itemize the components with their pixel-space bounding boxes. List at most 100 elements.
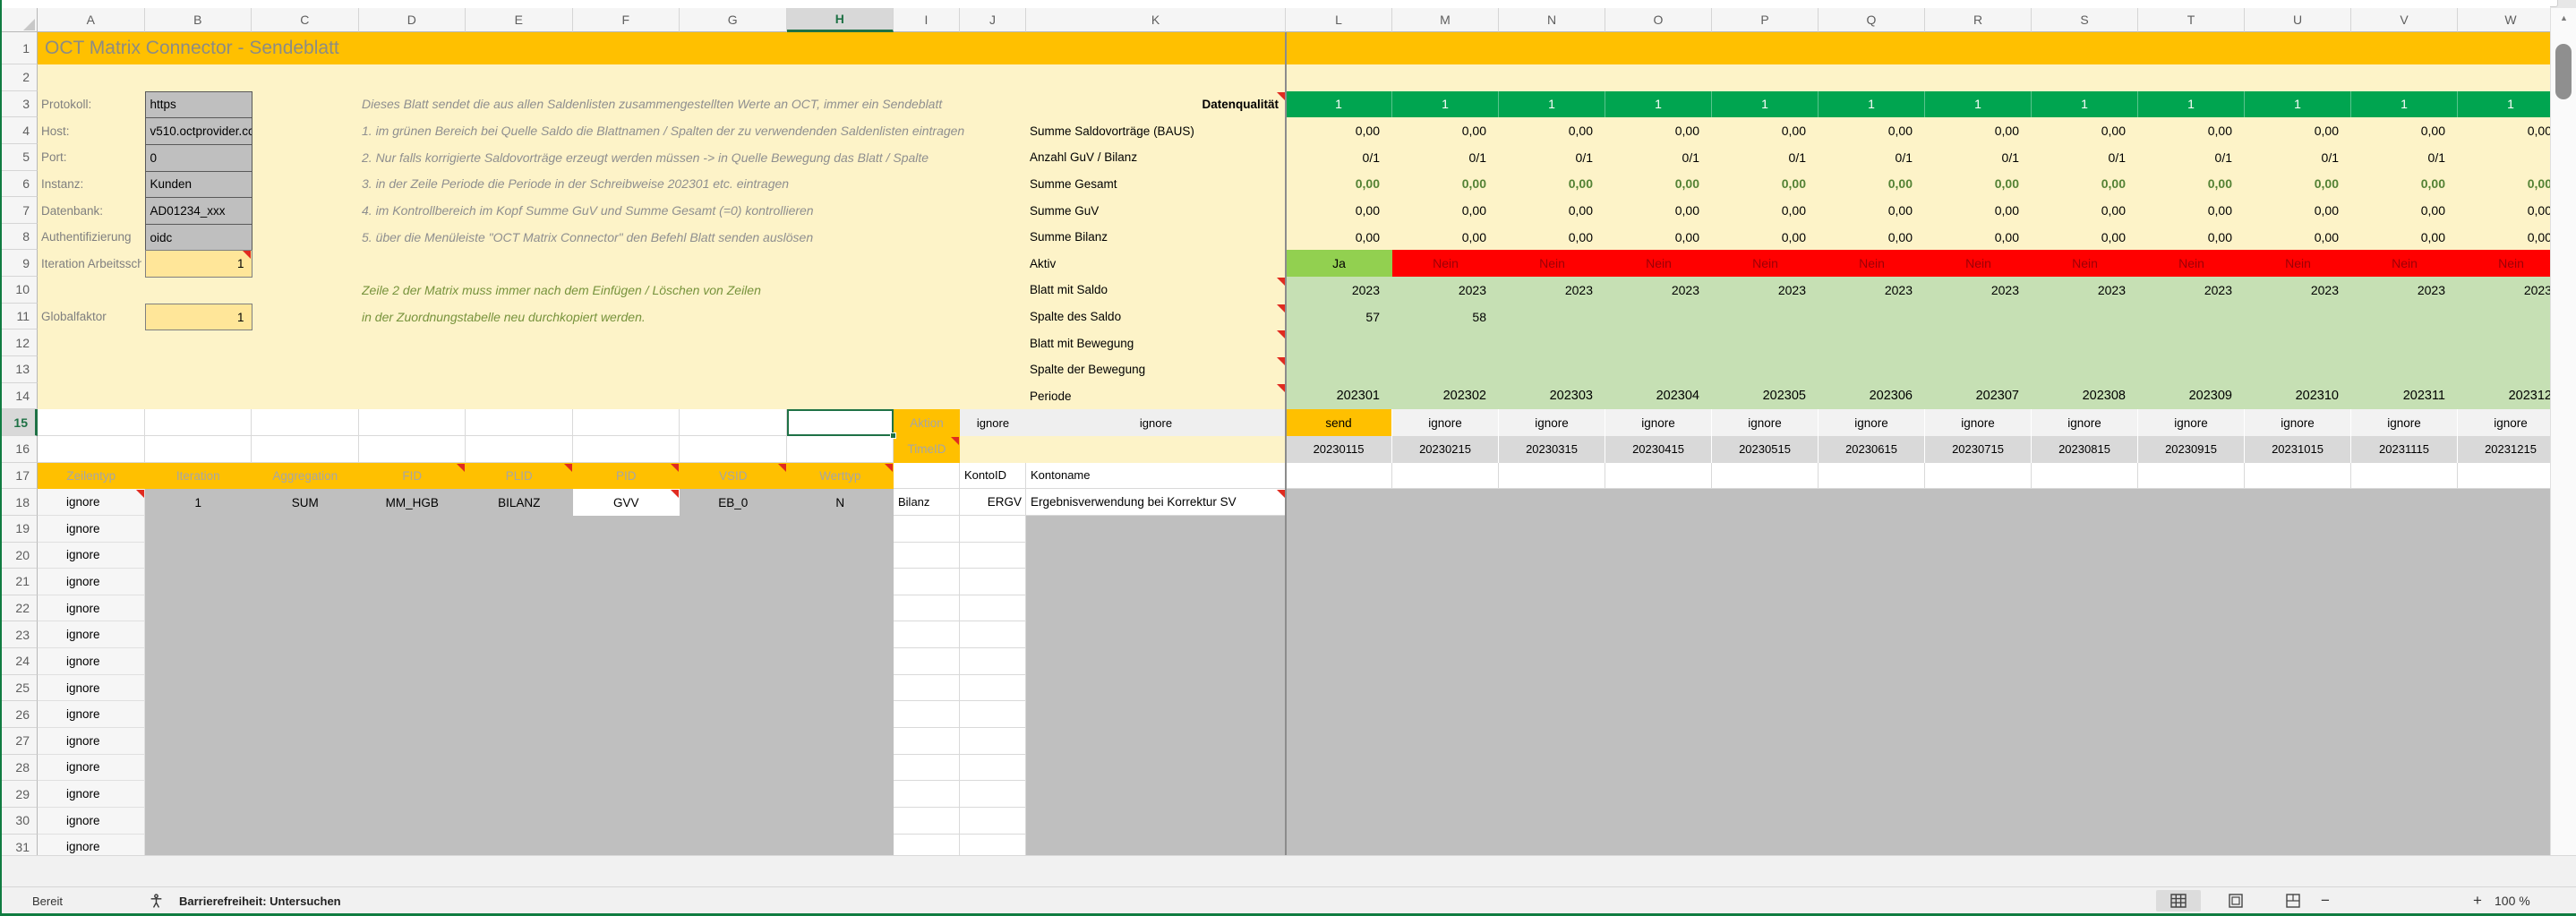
page-layout-view-button[interactable] [2213, 890, 2258, 912]
cell-Q4[interactable]: 0,00 [1819, 117, 1925, 144]
cell-Q8[interactable]: 0,00 [1819, 224, 1925, 251]
cell-I24[interactable] [894, 648, 960, 675]
vertical-scroll-thumb[interactable] [2555, 44, 2572, 99]
column-header-O[interactable]: O [1605, 8, 1712, 32]
cell-A27[interactable]: ignore [38, 728, 145, 755]
cell-L5[interactable]: 0/1 [1286, 144, 1392, 171]
cell-N14[interactable]: 202303 [1499, 383, 1605, 410]
row-header-10[interactable]: 10 [0, 277, 38, 304]
cell-I31[interactable] [894, 835, 960, 855]
cell-P16[interactable]: 20230515 [1712, 436, 1819, 463]
cell-A25[interactable]: ignore [38, 675, 145, 702]
cell-A18[interactable]: ignore [38, 489, 145, 516]
cell-A29[interactable]: ignore [38, 781, 145, 808]
cell-J30[interactable] [960, 808, 1026, 835]
cell-R6[interactable]: 0,00 [1925, 171, 2032, 198]
cell-A15[interactable] [38, 409, 145, 436]
cell-T7[interactable]: 0,00 [2138, 197, 2245, 224]
cell-M6[interactable]: 0,00 [1392, 171, 1499, 198]
cell-N8[interactable]: 0,00 [1499, 224, 1605, 251]
column-header-T[interactable]: T [2138, 8, 2245, 32]
cell-U6[interactable]: 0,00 [2245, 171, 2351, 198]
cell-C15[interactable] [252, 409, 359, 436]
cell-J31[interactable] [960, 835, 1026, 855]
column-header-G[interactable]: G [680, 8, 787, 32]
cell-M7[interactable]: 0,00 [1392, 197, 1499, 224]
cell-M16[interactable]: 20230215 [1392, 436, 1499, 463]
cell-P10[interactable]: 2023 [1712, 277, 1819, 304]
cell-A20[interactable]: ignore [38, 543, 145, 569]
cell-J25[interactable] [960, 675, 1026, 702]
cell-N3[interactable]: 1 [1499, 91, 1605, 118]
cell-W4[interactable]: 0,00 [2458, 117, 2550, 144]
cell-L4[interactable]: 0,00 [1286, 117, 1392, 144]
cell-J20[interactable] [960, 543, 1026, 569]
cell-W9[interactable]: Nein [2458, 250, 2550, 277]
row-header-15[interactable]: 15 [0, 409, 38, 436]
column-header-B[interactable]: B [145, 8, 252, 32]
cell-I27[interactable] [894, 728, 960, 755]
config-value-7[interactable]: AD01234_xxx [145, 197, 252, 225]
cell-P3[interactable]: 1 [1712, 91, 1819, 118]
cell-W3[interactable]: 1 [2458, 91, 2550, 118]
column-header-R[interactable]: R [1925, 8, 2032, 32]
cell-W17[interactable] [2458, 463, 2550, 490]
cell-N16[interactable]: 20230315 [1499, 436, 1605, 463]
cell-J24[interactable] [960, 648, 1026, 675]
row-header-23[interactable]: 23 [0, 621, 38, 648]
status-accessibility[interactable]: Barrierefreiheit: Untersuchen [179, 887, 341, 914]
cell-C18[interactable]: SUM [252, 489, 359, 516]
cell-P4[interactable]: 0,00 [1712, 117, 1819, 144]
cell-L16[interactable]: 20230115 [1286, 436, 1392, 463]
cell-F15[interactable] [573, 409, 680, 436]
cell-Q9[interactable]: Nein [1819, 250, 1925, 277]
cell-T9[interactable]: Nein [2138, 250, 2245, 277]
cell-V16[interactable]: 20231115 [2351, 436, 2458, 463]
cell-V14[interactable]: 202311 [2351, 383, 2458, 410]
config-value-8[interactable]: oidc [145, 224, 252, 252]
cell-U7[interactable]: 0,00 [2245, 197, 2351, 224]
cell-M8[interactable]: 0,00 [1392, 224, 1499, 251]
cell-N4[interactable]: 0,00 [1499, 117, 1605, 144]
cell-I26[interactable] [894, 701, 960, 728]
row-header-7[interactable]: 7 [0, 197, 38, 224]
row-header-3[interactable]: 3 [0, 91, 38, 118]
column-header-W[interactable]: W [2458, 8, 2550, 32]
cell-O6[interactable]: 0,00 [1605, 171, 1712, 198]
cell-Q15[interactable]: ignore [1819, 409, 1925, 436]
cell-V3[interactable]: 1 [2351, 91, 2458, 118]
row-header-17[interactable]: 17 [0, 463, 38, 490]
cell-L14[interactable]: 202301 [1286, 383, 1392, 410]
cell-P8[interactable]: 0,00 [1712, 224, 1819, 251]
column-header-N[interactable]: N [1499, 8, 1605, 32]
cell-O15[interactable]: ignore [1605, 409, 1712, 436]
cell-R14[interactable]: 202307 [1925, 383, 2032, 410]
cell-N9[interactable]: Nein [1499, 250, 1605, 277]
cell-R8[interactable]: 0,00 [1925, 224, 2032, 251]
config-value-6[interactable]: Kunden [145, 171, 252, 199]
column-header-V[interactable]: V [2351, 8, 2458, 32]
cell-S14[interactable]: 202308 [2032, 383, 2138, 410]
column-header-J[interactable]: J [960, 8, 1026, 32]
cell-W16[interactable]: 20231215 [2458, 436, 2550, 463]
cell-I28[interactable] [894, 755, 960, 782]
cell-E18[interactable]: BILANZ [466, 489, 573, 516]
row-header-20[interactable]: 20 [0, 543, 38, 569]
cell-S9[interactable]: Nein [2032, 250, 2138, 277]
cell-H18[interactable]: N [787, 489, 894, 516]
zoom-level-label[interactable]: 100 % [2495, 887, 2530, 914]
cell-N7[interactable]: 0,00 [1499, 197, 1605, 224]
row-header-18[interactable]: 18 [0, 489, 38, 516]
cell-M14[interactable]: 202302 [1392, 383, 1499, 410]
cell-T4[interactable]: 0,00 [2138, 117, 2245, 144]
cell-V10[interactable]: 2023 [2351, 277, 2458, 304]
row-header-12[interactable]: 12 [0, 330, 38, 356]
cell-Q5[interactable]: 0/1 [1819, 144, 1925, 171]
cell-L7[interactable]: 0,00 [1286, 197, 1392, 224]
cell-O9[interactable]: Nein [1605, 250, 1712, 277]
cell-V7[interactable]: 0,00 [2351, 197, 2458, 224]
row-header-14[interactable]: 14 [0, 383, 38, 410]
cell-T5[interactable]: 0/1 [2138, 144, 2245, 171]
cell-Q7[interactable]: 0,00 [1819, 197, 1925, 224]
cell-R17[interactable] [1925, 463, 2032, 490]
